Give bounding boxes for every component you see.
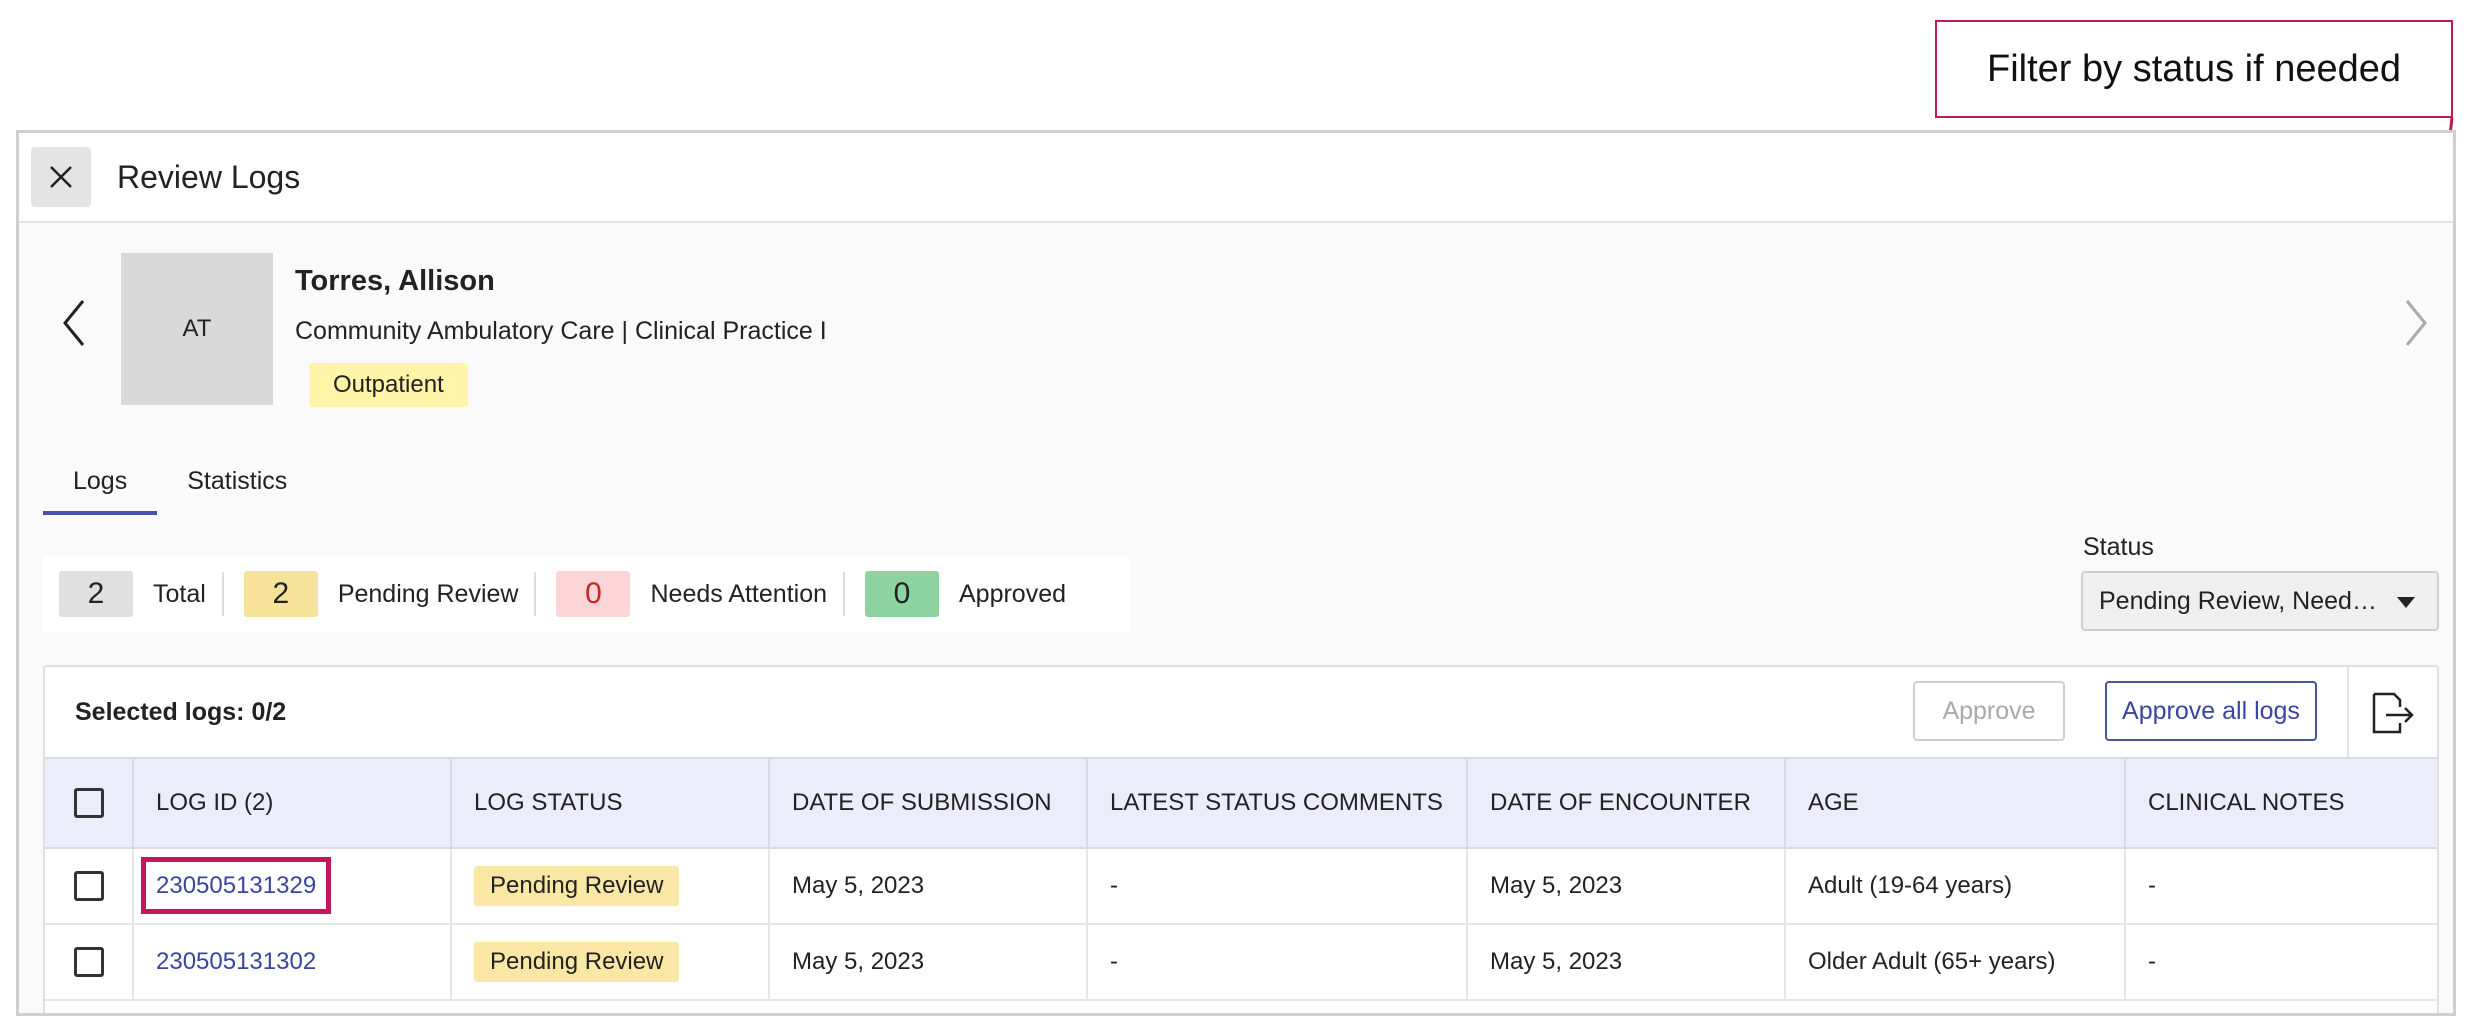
encounter-date-cell: May 5, 2023 <box>1467 924 1786 1001</box>
count-label: Pending Review <box>337 579 519 608</box>
encounter-date-cell: May 5, 2023 <box>1467 848 1786 925</box>
log-id-cell: 230505131302 <box>133 924 452 1001</box>
student-name: Torres, Allison <box>295 265 495 297</box>
logs-table: LOG ID (2) LOG STATUS DATE OF SUBMISSION… <box>45 757 2437 1001</box>
status-filter-value: Pending Review, Need… <box>2099 586 2377 615</box>
select-all-cell <box>45 757 134 849</box>
window-title: Review Logs <box>117 158 301 195</box>
select-all-checkbox[interactable] <box>73 788 104 818</box>
avatar-initials: AT <box>182 315 212 342</box>
avatar: AT <box>121 253 273 405</box>
column-header[interactable]: LOG ID (2) <box>133 757 452 849</box>
tab-statistics[interactable]: Statistics <box>157 453 317 515</box>
column-header[interactable]: CLINICAL NOTES <box>2125 757 2437 849</box>
course-name: Community Ambulatory Care | Clinical Pra… <box>295 317 827 345</box>
approve-button[interactable]: Approve <box>1913 681 2065 741</box>
tab-bar: Logs Statistics <box>43 453 317 515</box>
log-id-link[interactable]: 230505131329 <box>140 857 332 914</box>
counter-pending-review: 2 Pending Review <box>243 556 535 632</box>
comments-cell: - <box>1087 924 1468 1001</box>
age-cell: Older Adult (65+ years) <box>1785 924 2126 1001</box>
divider <box>221 572 224 616</box>
submission-date-cell: May 5, 2023 <box>769 848 1088 925</box>
row-select-cell <box>45 848 134 925</box>
row-select-cell <box>45 924 134 1001</box>
comments-cell: - <box>1087 848 1468 925</box>
log-id-cell: 230505131329 <box>133 848 452 925</box>
divider <box>843 572 845 616</box>
log-id-link[interactable]: 230505131302 <box>156 948 316 975</box>
next-student-icon[interactable] <box>2399 293 2435 353</box>
logs-table-panel: Selected logs: 0/2 Approve Approve all l… <box>43 665 2439 1013</box>
column-header[interactable]: DATE OF SUBMISSION <box>769 757 1088 849</box>
clinical-notes-cell: - <box>2125 848 2437 925</box>
column-header[interactable]: LOG STATUS <box>451 757 770 849</box>
table-header-row: LOG ID (2) LOG STATUS DATE OF SUBMISSION… <box>45 757 2437 849</box>
table-row: 230505131302 Pending Review May 5, 2023 … <box>45 924 2437 1001</box>
approve-all-button[interactable]: Approve all logs <box>2105 681 2317 741</box>
title-bar: Review Logs <box>19 133 2453 223</box>
counter-total: 2 Total <box>59 556 222 632</box>
export-icon[interactable] <box>2370 691 2416 735</box>
column-header[interactable]: AGE <box>1785 757 2126 849</box>
count-label: Needs Attention <box>650 579 827 608</box>
row-checkbox[interactable] <box>73 947 104 977</box>
count-badge: 0 <box>556 571 631 617</box>
count-badge: 0 <box>865 571 939 617</box>
review-logs-window: Review Logs AT Torres, Allison Community… <box>16 130 2456 1016</box>
row-checkbox[interactable] <box>73 871 104 901</box>
divider <box>534 572 537 616</box>
count-label: Approved <box>959 579 1067 608</box>
selected-logs-count: Selected logs: 0/2 <box>75 697 287 726</box>
column-header[interactable]: DATE OF ENCOUNTER <box>1467 757 1786 849</box>
close-icon <box>50 166 72 188</box>
column-header[interactable]: LATEST STATUS COMMENTS <box>1087 757 1468 849</box>
annotation-callout: Filter by status if needed <box>1935 20 2453 118</box>
count-badge: 2 <box>59 571 133 617</box>
submission-date-cell: May 5, 2023 <box>769 924 1088 1001</box>
log-status-cell: Pending Review <box>451 848 770 925</box>
clinical-notes-cell: - <box>2125 924 2437 1001</box>
counter-needs-attention: 0 Needs Attention <box>556 556 843 632</box>
divider <box>2347 667 2349 757</box>
count-badge: 2 <box>243 571 318 617</box>
age-cell: Adult (19-64 years) <box>1785 848 2126 925</box>
student-profile-header: AT Torres, Allison Community Ambulatory … <box>19 223 2453 423</box>
status-filter-label: Status <box>2083 533 2154 561</box>
log-status-cell: Pending Review <box>451 924 770 1001</box>
annotation-text: Filter by status if needed <box>1987 47 2401 90</box>
counter-approved: 0 Approved <box>865 556 1082 632</box>
setting-badge: Outpatient <box>309 363 468 407</box>
table-row: 230505131329 Pending Review May 5, 2023 … <box>45 848 2437 925</box>
status-badge: Pending Review <box>474 866 680 906</box>
table-toolbar: Selected logs: 0/2 Approve Approve all l… <box>45 667 2437 757</box>
tab-logs[interactable]: Logs <box>43 453 158 515</box>
previous-student-icon[interactable] <box>55 293 91 353</box>
close-button[interactable] <box>31 147 91 207</box>
caret-down-icon <box>2397 597 2415 608</box>
count-label: Total <box>153 579 206 608</box>
status-badge: Pending Review <box>474 942 680 982</box>
status-counters: 2 Total 2 Pending Review 0 Needs Attenti… <box>43 556 1129 632</box>
status-filter-dropdown[interactable]: Pending Review, Need… <box>2081 571 2439 631</box>
